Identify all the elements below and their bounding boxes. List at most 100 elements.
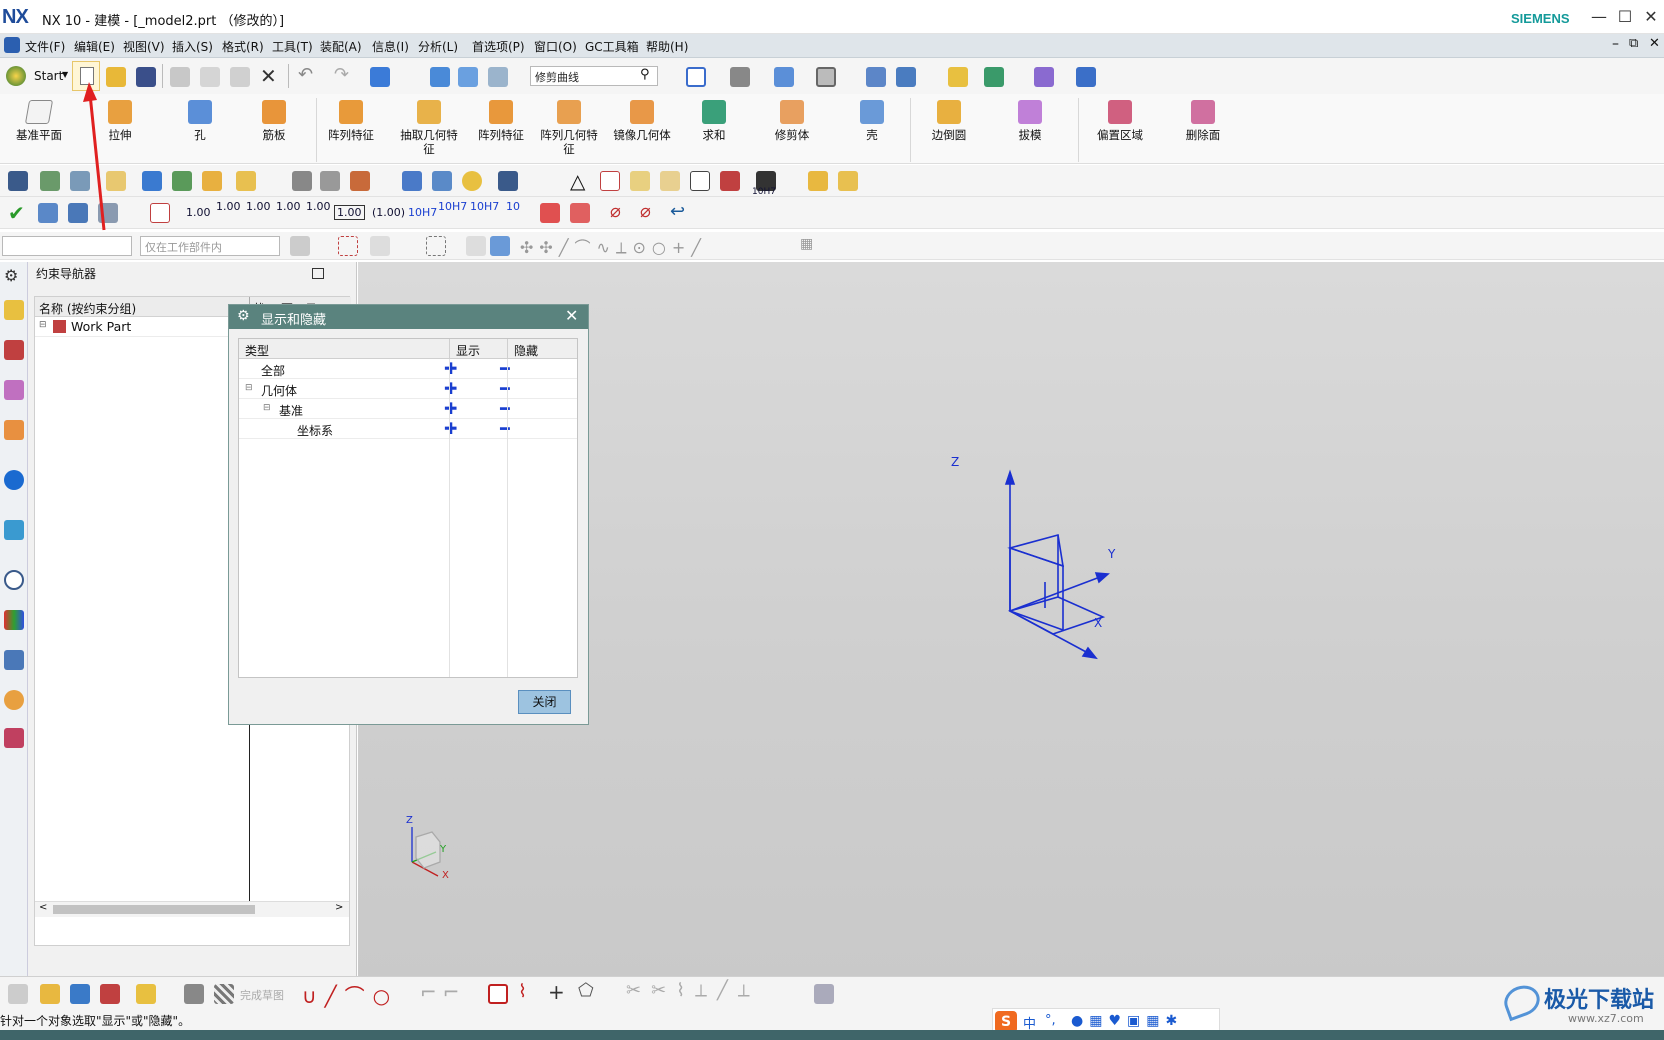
dim-fit-4[interactable]: 10	[506, 200, 520, 213]
background-icon[interactable]	[816, 67, 836, 87]
pattern-feature-button[interactable]: 阵列特征	[320, 98, 382, 142]
doc-close-button[interactable]: ✕	[1649, 36, 1660, 51]
polygon-icon[interactable]: ⬠	[578, 980, 594, 1001]
measure-icon[interactable]	[1034, 67, 1054, 87]
dialog-title-bar[interactable]: ⚙ 显示和隐藏 ✕	[229, 305, 588, 329]
dim-style-icon[interactable]	[150, 203, 170, 223]
diameter-icon[interactable]: ⌀	[610, 201, 621, 222]
hide-column-header[interactable]: 隐藏	[507, 339, 577, 359]
close-window-button[interactable]: ✕	[1640, 6, 1662, 28]
history-icon[interactable]	[4, 570, 24, 590]
mirror-geometry-button[interactable]: 镜像几何体	[608, 98, 676, 142]
point-icon[interactable]: +	[548, 980, 565, 1004]
return-icon[interactable]: ↩	[670, 201, 685, 222]
part-navigator-icon[interactable]	[4, 380, 24, 400]
menu-view[interactable]: 视图(V)	[123, 38, 165, 55]
cube-select-icon[interactable]	[490, 236, 510, 256]
properties-icon[interactable]	[488, 67, 508, 87]
maximize-button[interactable]: ☐	[1614, 6, 1636, 28]
triangle-icon[interactable]: △	[570, 169, 585, 193]
delete-icon[interactable]: ✕	[260, 64, 277, 88]
cylinder-icon[interactable]	[402, 171, 422, 191]
fit-view-icon[interactable]	[686, 67, 706, 87]
menu-edit[interactable]: 编辑(E)	[74, 38, 115, 55]
text-label-icon[interactable]	[236, 171, 256, 191]
column-name-header[interactable]: 名称 (按约束分组)	[39, 300, 136, 317]
assembly-navigator-icon[interactable]	[4, 300, 24, 320]
dim-fit-3[interactable]: 10H7	[470, 200, 499, 213]
search-icon[interactable]: ⚲	[640, 67, 650, 82]
row-all[interactable]: 全部 ✚ ━	[239, 359, 577, 379]
play-icon[interactable]	[984, 67, 1004, 87]
hide-minus-icon[interactable]: ━	[500, 399, 510, 418]
command-search-input[interactable]: 修剪曲线	[530, 66, 658, 86]
snap-view-icon[interactable]	[430, 67, 450, 87]
menu-assembly[interactable]: 装配(A)	[320, 38, 362, 55]
pattern-geometry-button[interactable]: 阵列几何特征	[536, 98, 602, 156]
show-hide-icon[interactable]	[466, 236, 486, 256]
menu-info[interactable]: 信息(I)	[372, 38, 409, 55]
view-orient-icon[interactable]	[730, 67, 750, 87]
palette-icon[interactable]	[4, 610, 24, 630]
constraint-icon[interactable]	[8, 171, 28, 191]
start-button[interactable]: Start	[34, 69, 63, 83]
scroll-left-icon[interactable]: <	[39, 902, 47, 913]
dim-nominal[interactable]: 1.00	[186, 206, 211, 219]
extract-geometry-button[interactable]: 抽取几何特征	[396, 98, 462, 156]
rectangle-icon[interactable]	[488, 984, 508, 1004]
start-dropdown-icon[interactable]: ▼	[62, 70, 68, 79]
row-geometry[interactable]: ⊟ 几何体 ✚ ━	[239, 379, 577, 399]
sketch-icon[interactable]	[8, 984, 28, 1004]
close-button[interactable]: 关闭	[518, 690, 571, 714]
repeat-command-icon[interactable]	[370, 67, 390, 87]
packages2-icon[interactable]	[838, 171, 858, 191]
add-view-icon[interactable]	[630, 171, 650, 191]
ime-tool-icons[interactable]: ●▦♥▣▦✱	[1071, 1013, 1183, 1029]
info-icon[interactable]	[4, 470, 24, 490]
surface-icon[interactable]	[292, 171, 312, 191]
delete-face-button[interactable]: 删除面	[1172, 98, 1234, 142]
wave-icon[interactable]	[142, 171, 162, 191]
more-snap-icon[interactable]: ▦	[800, 236, 813, 252]
edge-blend-button[interactable]: 边倒圆	[920, 98, 978, 142]
copy-icon[interactable]	[200, 67, 220, 87]
type-column-header[interactable]: 类型	[239, 339, 449, 359]
show-plus-icon[interactable]: ✚	[444, 419, 457, 438]
menu-analysis[interactable]: 分析(L)	[418, 38, 458, 55]
packages-icon[interactable]	[808, 171, 828, 191]
scroll-right-icon[interactable]: >	[335, 902, 343, 913]
horizontal-scrollbar[interactable]: < >	[35, 901, 349, 917]
hide-minus-icon[interactable]: ━	[500, 379, 510, 398]
dialog-settings-icon[interactable]: ⚙	[237, 308, 250, 324]
hide-minus-icon[interactable]: ━	[500, 419, 510, 438]
select-box-icon[interactable]	[338, 236, 358, 256]
finish-sketch-label[interactable]: 完成草图	[240, 987, 284, 1003]
menu-insert[interactable]: 插入(S)	[172, 38, 213, 55]
layers-icon[interactable]	[40, 171, 60, 191]
table-icon[interactable]	[600, 171, 620, 191]
reuse-library-icon[interactable]	[4, 420, 24, 440]
menu-file[interactable]: 文件(F)	[25, 38, 65, 55]
fillet-icons[interactable]: ⌐⌐	[420, 980, 466, 1004]
assembly-constraint-icon[interactable]	[100, 984, 120, 1004]
dim-tol-4[interactable]: 1.00	[306, 200, 331, 213]
wire-icon[interactable]	[498, 171, 518, 191]
show-plus-icon[interactable]: ✚	[444, 359, 457, 378]
filter-reset-icon[interactable]	[290, 236, 310, 256]
sketch-task-icon[interactable]	[184, 984, 204, 1004]
save-icon[interactable]	[136, 67, 156, 87]
trim-body-button[interactable]: 修剪体	[764, 98, 820, 142]
shaded-icon[interactable]	[774, 67, 794, 87]
dialog-close-icon[interactable]: ✕	[565, 306, 578, 325]
draft-button[interactable]: 拔模	[1004, 98, 1056, 142]
web-browser-icon[interactable]	[4, 520, 24, 540]
layout-icon[interactable]	[458, 67, 478, 87]
hole-button[interactable]: 孔	[176, 98, 224, 142]
paste-icon[interactable]	[230, 67, 250, 87]
dim-fit-1[interactable]: 10H7	[408, 206, 437, 219]
constraint-navigator-icon[interactable]	[4, 340, 24, 360]
pen-icon[interactable]	[432, 171, 452, 191]
note-icon[interactable]	[690, 171, 710, 191]
spring-icon[interactable]	[462, 171, 482, 191]
display-icon[interactable]	[948, 67, 968, 87]
